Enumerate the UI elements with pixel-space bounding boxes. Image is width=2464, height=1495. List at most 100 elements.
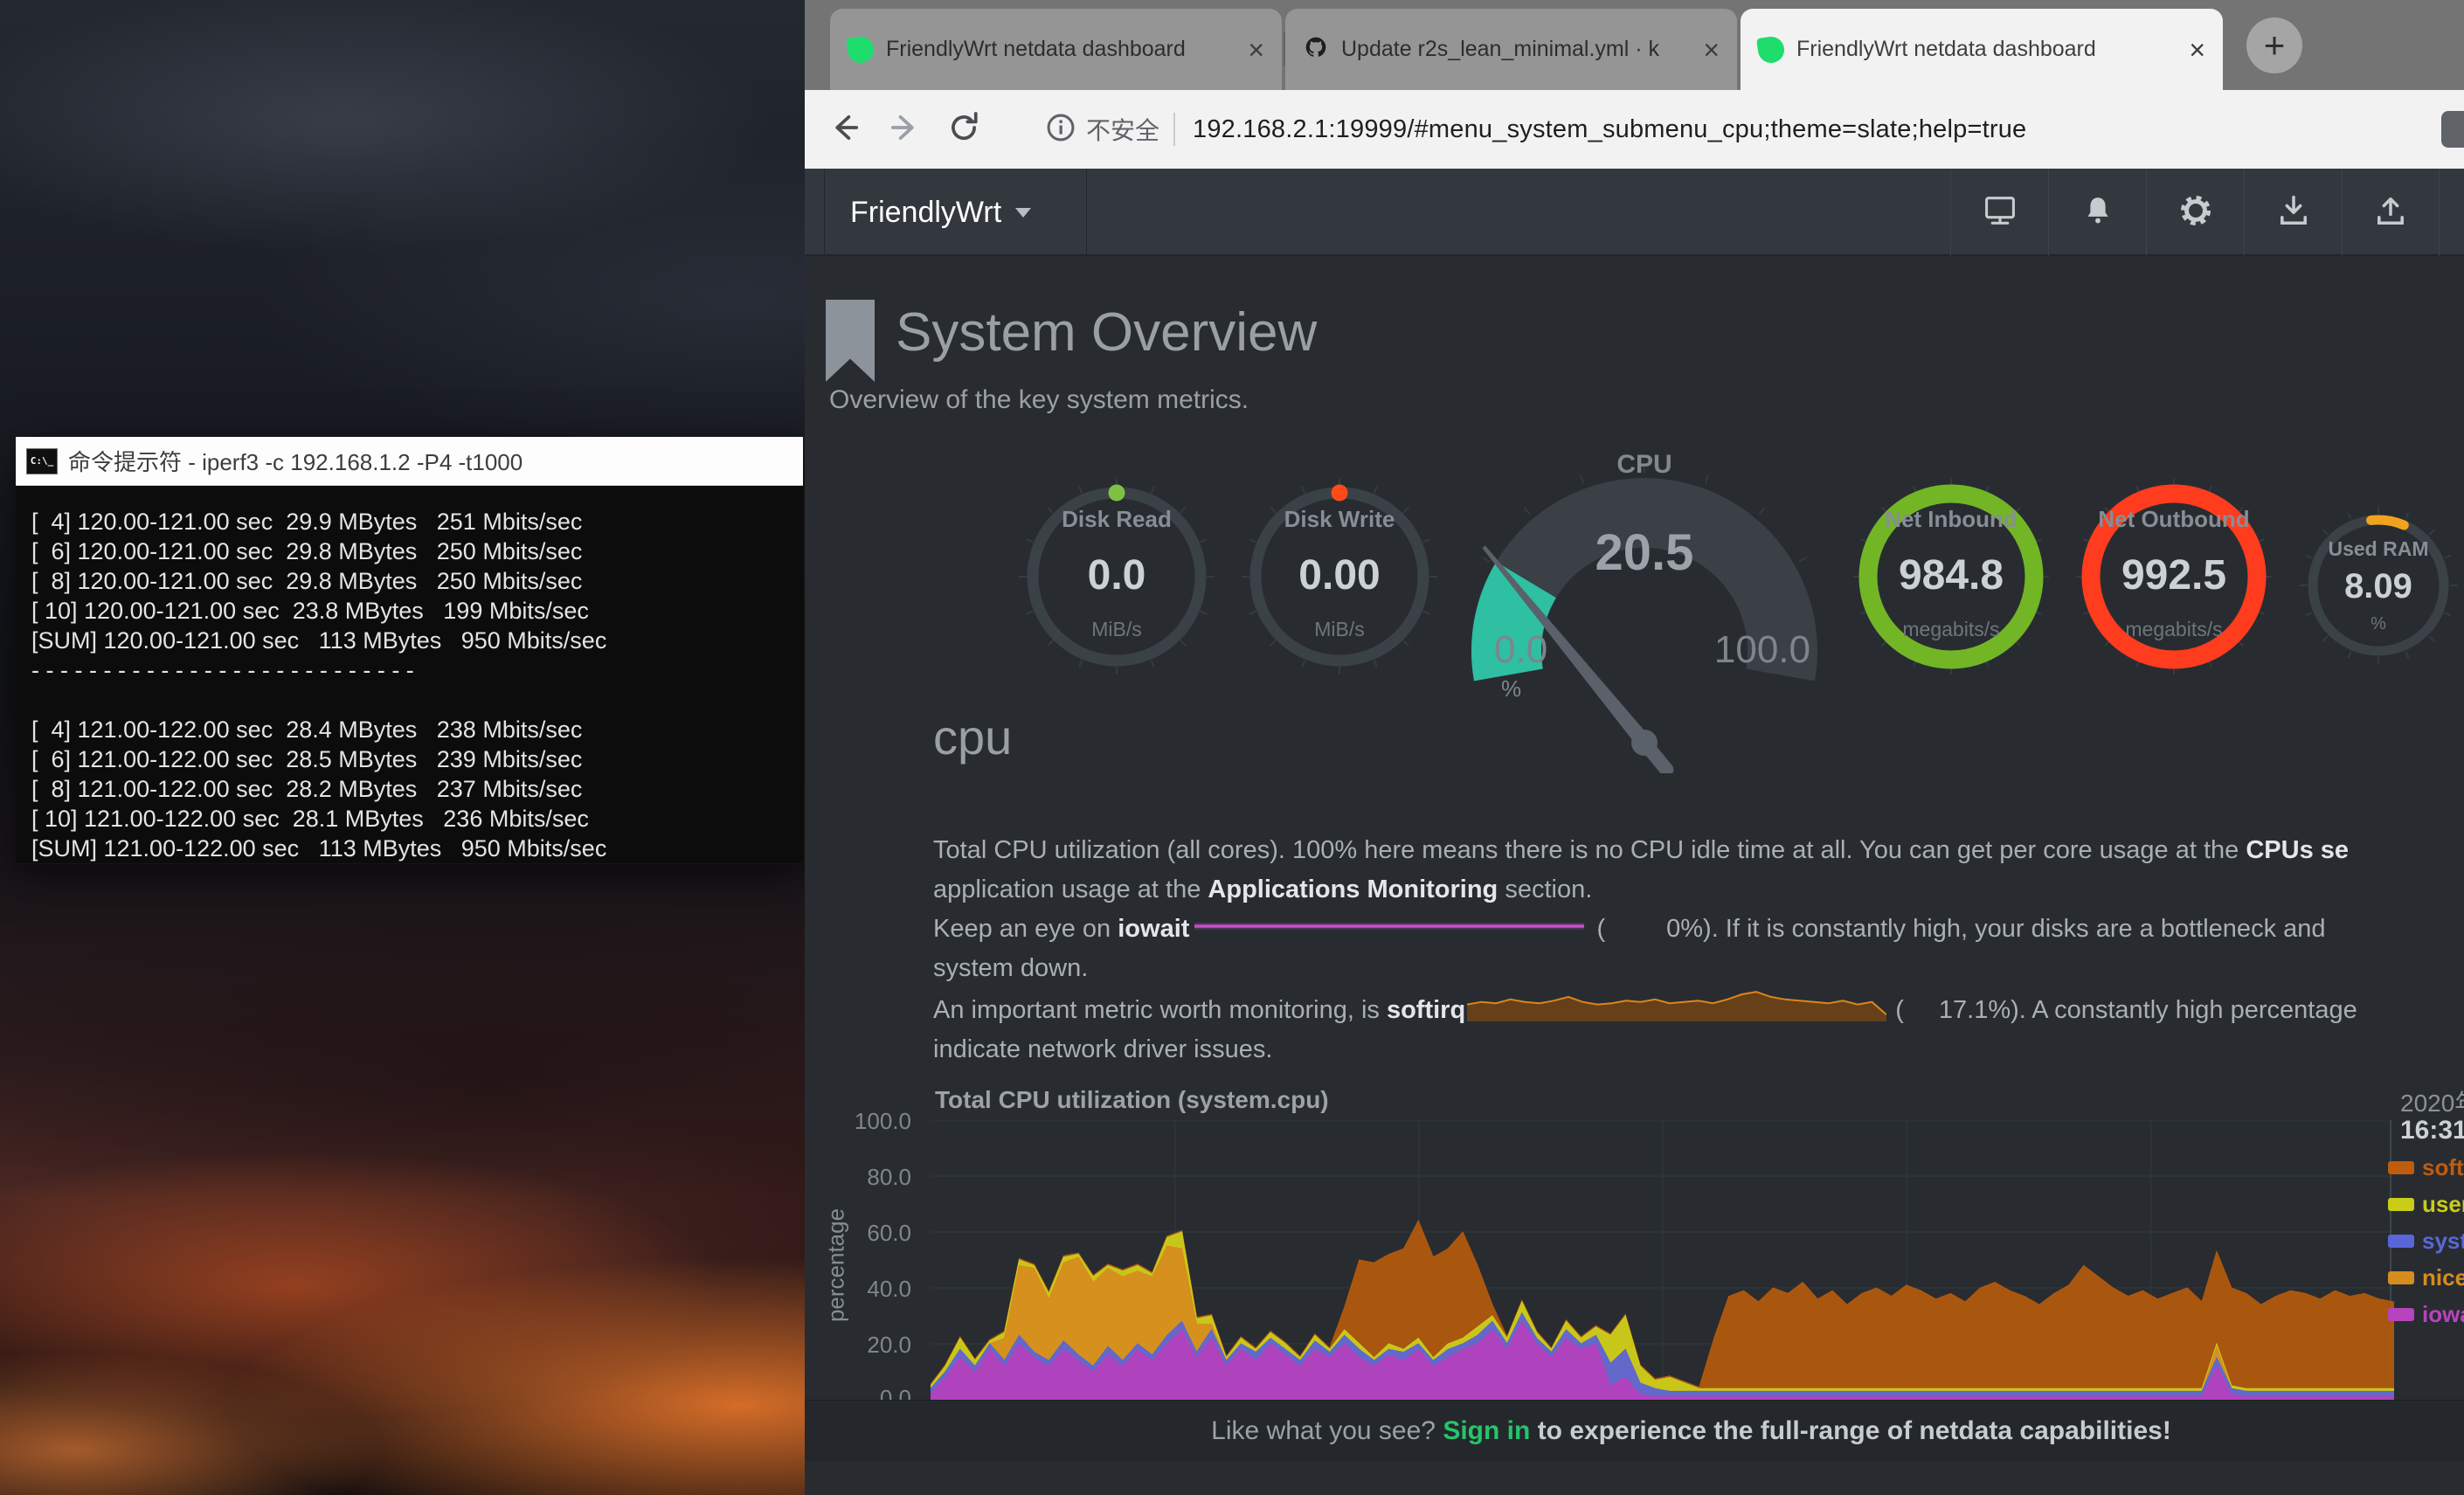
cpu-description-line: system down.	[933, 949, 2357, 988]
gauge-net_outbound[interactable]: Net Outbound 992.5 megabits/s	[2073, 476, 2274, 684]
gauge-value: 992.5	[2073, 551, 2274, 599]
gauge-label: Disk Write	[1239, 506, 1440, 533]
terminal-line: [SUM] 121.00-122.00 sec 113 MBytes 950 M…	[31, 834, 787, 863]
navbar-divider	[1086, 169, 1087, 256]
terminal-line: [ 8] 120.00-121.00 sec 29.8 MBytes 250 M…	[31, 566, 787, 596]
gauge-cpu[interactable]: CPU20.50.0%100.0	[1470, 450, 1819, 773]
cpu-description-line: Total CPU utilization (all cores). 100% …	[933, 831, 2357, 870]
gauge-label: Net Inbound	[1851, 506, 2052, 533]
sign-in-link[interactable]: Sign in	[1443, 1416, 1530, 1445]
inline-link[interactable]: Applications Monitoring	[1208, 876, 1498, 903]
forward-button[interactable]	[885, 108, 924, 151]
back-button[interactable]	[826, 108, 864, 151]
legend-swatch	[2388, 1161, 2414, 1174]
chart-y-axis-label: percentage	[823, 1208, 850, 1322]
close-icon[interactable]: ×	[2189, 36, 2205, 64]
gauge-value: 0.00	[1239, 551, 1440, 599]
text: application usage at the	[933, 876, 1208, 903]
cmd-icon: C:\_	[26, 448, 58, 474]
text: (	[1888, 996, 1904, 1024]
y-axis-tick: 80.0	[840, 1164, 911, 1191]
close-icon[interactable]: ×	[1703, 36, 1720, 64]
section-subtitle: Overview of the key system metrics.	[829, 385, 1249, 415]
gauge-max: 100.0	[1714, 628, 1810, 672]
gauge-units: %	[1501, 675, 1521, 703]
y-axis-tick: 40.0	[840, 1276, 911, 1303]
text: system down.	[933, 954, 1088, 982]
cpu-description-line: application usage at the Applications Mo…	[933, 870, 2357, 910]
gauge-value: 0.0	[1016, 551, 1217, 599]
legend-swatch	[2388, 1198, 2414, 1211]
legend-item-softirq[interactable]: softirq	[2388, 1154, 2464, 1180]
legend-swatch	[2388, 1271, 2414, 1284]
emphasis-text: iowait	[1118, 915, 1189, 943]
text: indicate network driver issues.	[933, 1035, 1272, 1063]
plus-icon: +	[2264, 24, 2286, 66]
netdata-icon	[1756, 35, 1786, 65]
chevron-down-icon	[1015, 208, 1031, 218]
y-axis-tick: 20.0	[840, 1332, 911, 1359]
terminal-line: [ 8] 121.00-122.00 sec 28.2 MBytes 237 M…	[31, 774, 787, 804]
export-settings-button[interactable]	[2342, 169, 2440, 256]
browser-tab[interactable]: Update r2s_lean_minimal.yml · k ×	[1285, 9, 1737, 90]
gauge-disk_write[interactable]: Disk Write0.00MiB/s	[1239, 476, 1440, 684]
cpu-description-line: An important metric worth monitoring, is…	[933, 988, 2357, 1030]
settings-button[interactable]	[2146, 169, 2244, 256]
legend-label: system	[2422, 1228, 2464, 1255]
browser-window: FriendlyWrt netdata dashboard×Update r2s…	[805, 0, 2464, 1495]
security-chip[interactable]: 不安全	[1086, 112, 1159, 147]
text: An important metric worth monitoring, is	[933, 996, 1387, 1024]
omnibox-divider	[1173, 113, 1175, 146]
gauge-disk_read[interactable]: Disk Read0.0MiB/s	[1016, 476, 1217, 684]
close-icon[interactable]: ×	[1248, 36, 1264, 64]
terminal-window[interactable]: C:\_ 命令提示符 - iperf3 -c 192.168.1.2 -P4 -…	[16, 437, 803, 864]
site-info-icon[interactable]	[1044, 111, 1077, 149]
tab-title: FriendlyWrt netdata dashboard	[1796, 37, 2177, 62]
terminal-line: [ 4] 120.00-121.00 sec 29.9 MBytes 251 M…	[31, 507, 787, 536]
legend-item-system[interactable]: system	[2388, 1228, 2464, 1254]
import-settings-button[interactable]	[2244, 169, 2342, 256]
cpu-description-line: Keep an eye on iowait (0%). If it is con…	[933, 910, 2357, 949]
profile-avatar[interactable]	[2441, 111, 2464, 148]
host-dropdown[interactable]: FriendlyWrt	[850, 169, 1031, 256]
section-title: System Overview	[896, 301, 1317, 363]
legend-item-nice[interactable]: nice	[2388, 1264, 2464, 1291]
terminal-line	[31, 685, 787, 715]
legend-item-iowait[interactable]: iowait	[2388, 1301, 2464, 1327]
host-name: FriendlyWrt	[850, 196, 1001, 230]
bell-icon	[2080, 192, 2116, 233]
gauge-used_ram[interactable]: Used RAM8.09%	[2295, 502, 2461, 675]
terminal-titlebar[interactable]: C:\_ 命令提示符 - iperf3 -c 192.168.1.2 -P4 -…	[16, 437, 803, 486]
gauge-net_inbound[interactable]: Net Inbound984.8megabits/s	[1851, 476, 2052, 684]
bookmark-icon	[826, 300, 875, 382]
inline-link[interactable]: CPUs se	[2246, 836, 2349, 864]
text: Total CPU utilization (all cores). 100% …	[933, 836, 2246, 864]
cpu-utilization-chart[interactable]	[931, 1120, 2394, 1405]
legend-item-user[interactable]: user	[2388, 1191, 2464, 1217]
netdata-page: FriendlyWrt System Overview Overview of …	[805, 169, 2464, 1495]
monitor-icon	[1981, 191, 2019, 234]
new-tab-button[interactable]: +	[2246, 17, 2302, 73]
github-icon	[1303, 34, 1329, 65]
tab-title: Update r2s_lean_minimal.yml · k	[1341, 37, 1691, 62]
legend-swatch	[2388, 1235, 2414, 1248]
upload-icon	[2371, 191, 2410, 234]
reload-button[interactable]	[945, 108, 983, 151]
terminal-output[interactable]: [ 4] 120.00-121.00 sec 29.9 MBytes 251 M…	[16, 486, 803, 863]
terminal-line: [ 4] 121.00-122.00 sec 28.4 MBytes 238 M…	[31, 715, 787, 744]
browser-tab[interactable]: FriendlyWrt netdata dashboard ×	[1741, 9, 2223, 90]
print-dashboard-button[interactable]	[1950, 169, 2048, 256]
gauge-units: megabits/s	[2073, 618, 2274, 641]
chart-date: 2020年3	[2400, 1084, 2464, 1119]
alarms-button[interactable]	[2048, 169, 2146, 256]
browser-tab[interactable]: FriendlyWrt netdata dashboard×	[830, 9, 1282, 90]
gauge-label: Net Outbound	[2073, 506, 2274, 533]
address-bar[interactable]: 192.168.2.1:19999/#menu_system_submenu_c…	[1193, 115, 2026, 144]
netdata-icon	[846, 35, 876, 65]
legend-swatch	[2388, 1308, 2414, 1321]
gauge-label: Disk Read	[1016, 506, 1217, 533]
text: (	[1589, 915, 1605, 943]
text: Keep an eye on	[933, 915, 1118, 943]
gear-icon	[2177, 191, 2215, 234]
chart-title: Total CPU utilization (system.cpu)	[935, 1086, 1329, 1114]
